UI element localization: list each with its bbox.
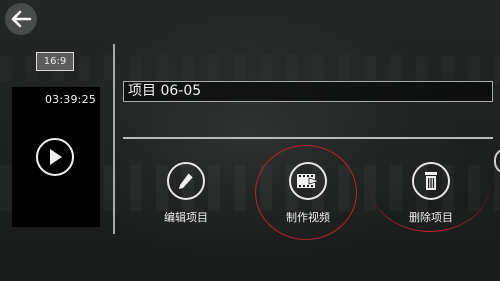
- edit-project-label: 编辑项目: [164, 211, 208, 224]
- vertical-divider: [113, 44, 115, 234]
- project-detail-screen: 16:9 03:39:25 项目 06-05 编辑项目 制作视频 删除项目: [0, 0, 500, 281]
- play-button[interactable]: [36, 138, 74, 176]
- duration-label: 03:39:25: [44, 93, 96, 106]
- film-export-icon: [297, 174, 321, 188]
- arrow-left-icon: [11, 10, 32, 28]
- aspect-ratio-label: 16:9: [43, 56, 67, 67]
- delete-project-button[interactable]: 删除项目: [391, 162, 471, 225]
- horizontal-divider: [123, 137, 493, 139]
- delete-project-circle: [412, 162, 450, 200]
- trash-icon: [425, 172, 437, 190]
- video-preview[interactable]: 03:39:25: [12, 87, 100, 227]
- make-video-label: 制作视频: [286, 211, 330, 224]
- play-icon: [50, 149, 62, 165]
- make-video-circle: [289, 162, 327, 200]
- back-button[interactable]: [5, 3, 37, 35]
- film-strip-background: [0, 55, 500, 81]
- aspect-ratio-badge: 16:9: [36, 52, 74, 71]
- make-video-button[interactable]: 制作视频: [268, 162, 348, 225]
- delete-project-label: 删除项目: [409, 211, 453, 224]
- edit-project-button[interactable]: 编辑项目: [146, 162, 226, 225]
- edit-project-circle: [167, 162, 205, 200]
- project-title-field[interactable]: 项目 06-05: [123, 81, 493, 102]
- pencil-icon: [179, 172, 194, 189]
